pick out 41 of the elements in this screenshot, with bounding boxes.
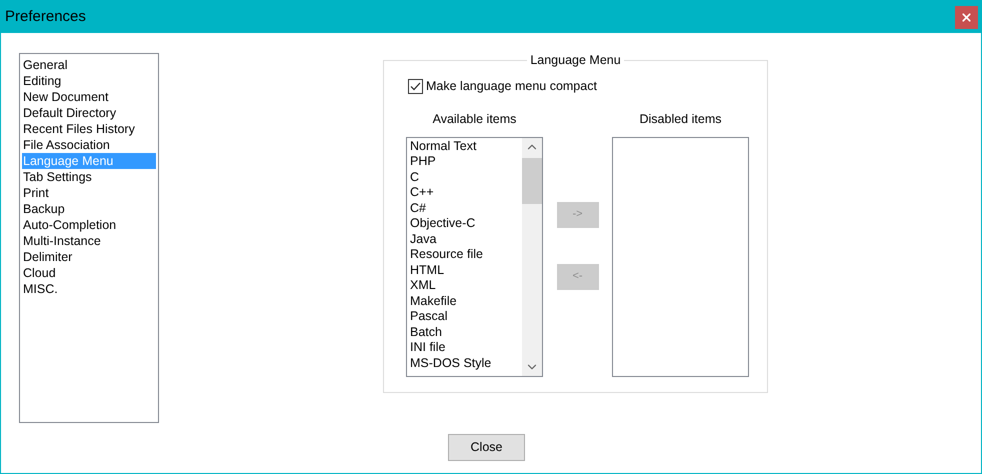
list-item[interactable]: C# [410, 200, 522, 216]
sidebar-item[interactable]: MISC. [22, 281, 156, 297]
sidebar-item[interactable]: Delimiter [22, 249, 156, 265]
column-label: Disabled items [640, 110, 722, 127]
list-item[interactable]: Java [410, 232, 522, 248]
column-label: Available items [432, 110, 516, 127]
sidebar-item[interactable]: New Document [22, 89, 156, 105]
sidebar-item[interactable]: Default Directory [22, 105, 156, 121]
check-icon [410, 82, 421, 91]
sidebar-item[interactable]: Editing [22, 73, 156, 89]
group-title: Language Menu [529, 53, 622, 67]
close-button[interactable] [955, 6, 978, 28]
window-title: Preferences [5, 6, 86, 27]
sidebar-item[interactable]: File Association [22, 137, 156, 153]
list-item[interactable]: Batch [410, 324, 522, 340]
close-icon [960, 10, 973, 24]
sidebar-item[interactable]: Auto-Completion [22, 217, 156, 233]
list-item[interactable]: PHP [410, 154, 522, 170]
list-item[interactable]: XML [410, 278, 522, 294]
sidebar-item[interactable]: General [22, 57, 156, 73]
sidebar-item[interactable]: Backup [22, 201, 156, 217]
list-item[interactable]: Pascal [410, 309, 522, 325]
sidebar-item[interactable]: Recent Files History [22, 121, 156, 137]
list-item[interactable]: Normal Text [410, 138, 522, 154]
list-item[interactable]: Resource file [410, 247, 522, 263]
sidebar-item[interactable]: Tab Settings [22, 169, 156, 185]
list-item[interactable]: MS-DOS Style [410, 356, 522, 372]
checkbox[interactable] [408, 78, 423, 94]
list-item[interactable]: C [410, 170, 522, 186]
sidebar-item[interactable]: Cloud [22, 265, 156, 281]
sidebar-item[interactable]: Multi-Instance [22, 233, 156, 249]
scrollbar[interactable] [522, 138, 542, 376]
list-item[interactable]: C++ [410, 185, 522, 201]
scroll-thumb[interactable] [522, 158, 542, 204]
list-item[interactable]: Objective-C [410, 216, 522, 232]
list-item[interactable]: Makefile [410, 294, 522, 310]
sidebar-item[interactable]: Print [22, 185, 156, 201]
checkbox-label: Make language menu compact [426, 78, 597, 95]
list-item[interactable]: INI file [410, 340, 522, 356]
close-dialog-button[interactable]: Close [448, 434, 525, 461]
list-item[interactable]: HTML [410, 262, 522, 278]
